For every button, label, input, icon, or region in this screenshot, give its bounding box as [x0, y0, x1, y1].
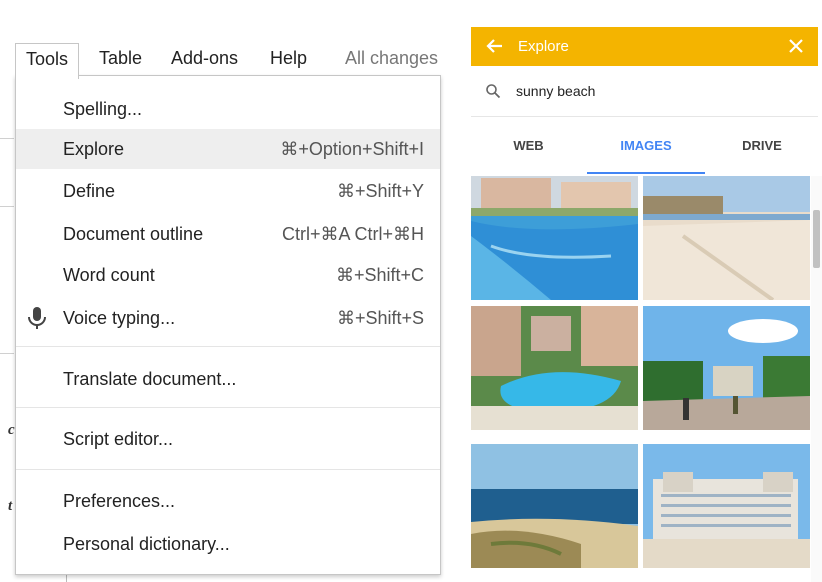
menu-item-label: Define — [63, 181, 116, 201]
menu-item-label: Document outline — [63, 224, 204, 244]
menu-table[interactable]: Table — [89, 43, 152, 73]
menu-item-document-outline[interactable]: Document outline Ctrl+⌘A Ctrl+⌘H — [16, 214, 440, 254]
menu-item-shortcut: ⌘+Shift+S — [336, 308, 424, 328]
menu-item-shortcut: Ctrl+⌘A Ctrl+⌘H — [281, 224, 424, 244]
menu-item-shortcut: ⌘+Shift+C — [335, 265, 424, 285]
tab-web[interactable]: WEB — [471, 117, 586, 174]
menu-item-label: Script editor... — [63, 429, 174, 449]
hotel-pool-aerial-image[interactable] — [471, 306, 638, 430]
scrollbar-thumb[interactable] — [813, 210, 820, 268]
menu-item-label: Personal dictionary... — [63, 534, 230, 554]
explore-search-input[interactable] — [516, 76, 796, 106]
search-icon — [486, 84, 501, 99]
menu-item-shortcut: ⌘+Shift+Y — [336, 181, 424, 201]
microphone-icon — [28, 307, 46, 329]
menu-separator — [16, 469, 440, 470]
document-edge: c t — [0, 78, 15, 582]
menu-item-explore[interactable]: Explore ⌘+Option+Shift+I — [16, 129, 440, 169]
image-results-grid — [471, 176, 811, 582]
tab-images[interactable]: IMAGES — [587, 117, 705, 174]
menu-item-label: Word count — [63, 265, 155, 285]
close-icon[interactable] — [786, 36, 806, 56]
menubar: Tools Table Add-ons Help All changes — [0, 38, 450, 79]
menu-item-label: Voice typing... — [63, 308, 176, 328]
menu-add-ons[interactable]: Add-ons — [161, 43, 248, 73]
beach-hotel-image[interactable] — [643, 444, 810, 568]
menu-tools[interactable]: Tools — [15, 43, 80, 79]
menu-item-label: Spelling... — [63, 99, 143, 119]
menu-item-shortcut: ⌘+Option+Shift+I — [280, 139, 424, 159]
sea-dunes-image[interactable] — [471, 444, 638, 568]
tools-menu: Spelling... Explore ⌘+Option+Shift+I Def… — [15, 75, 441, 575]
sandy-beach-image[interactable] — [643, 176, 810, 300]
explore-title: Explore — [518, 38, 569, 55]
menu-item-word-count[interactable]: Word count ⌘+Shift+C — [16, 255, 440, 295]
menu-item-spelling[interactable]: Spelling... — [16, 89, 440, 129]
promenade-image[interactable] — [643, 306, 810, 430]
menu-item-label: Explore — [63, 139, 125, 159]
menu-item-label: Preferences... — [63, 491, 176, 511]
explore-tabs: WEB IMAGES DRIVE — [471, 117, 818, 174]
menu-item-personal-dictionary[interactable]: Personal dictionary... — [16, 524, 440, 564]
resort-pool-image[interactable] — [471, 176, 638, 300]
menu-item-define[interactable]: Define ⌘+Shift+Y — [16, 171, 440, 211]
menu-item-preferences[interactable]: Preferences... — [16, 481, 440, 521]
menu-item-voice-typing[interactable]: Voice typing... ⌘+Shift+S — [16, 298, 440, 338]
menu-separator — [16, 407, 440, 408]
menu-item-translate-document[interactable]: Translate document... — [16, 359, 440, 399]
explore-header: Explore — [471, 27, 818, 66]
tab-drive[interactable]: DRIVE — [706, 117, 818, 174]
save-status[interactable]: All changes — [335, 43, 448, 73]
explore-search-bar — [471, 66, 818, 117]
menu-separator — [16, 346, 440, 347]
menu-item-label: Translate document... — [63, 369, 237, 389]
menu-help[interactable]: Help — [260, 43, 317, 73]
menu-item-script-editor[interactable]: Script editor... — [16, 419, 440, 459]
back-arrow-icon[interactable] — [485, 36, 505, 56]
